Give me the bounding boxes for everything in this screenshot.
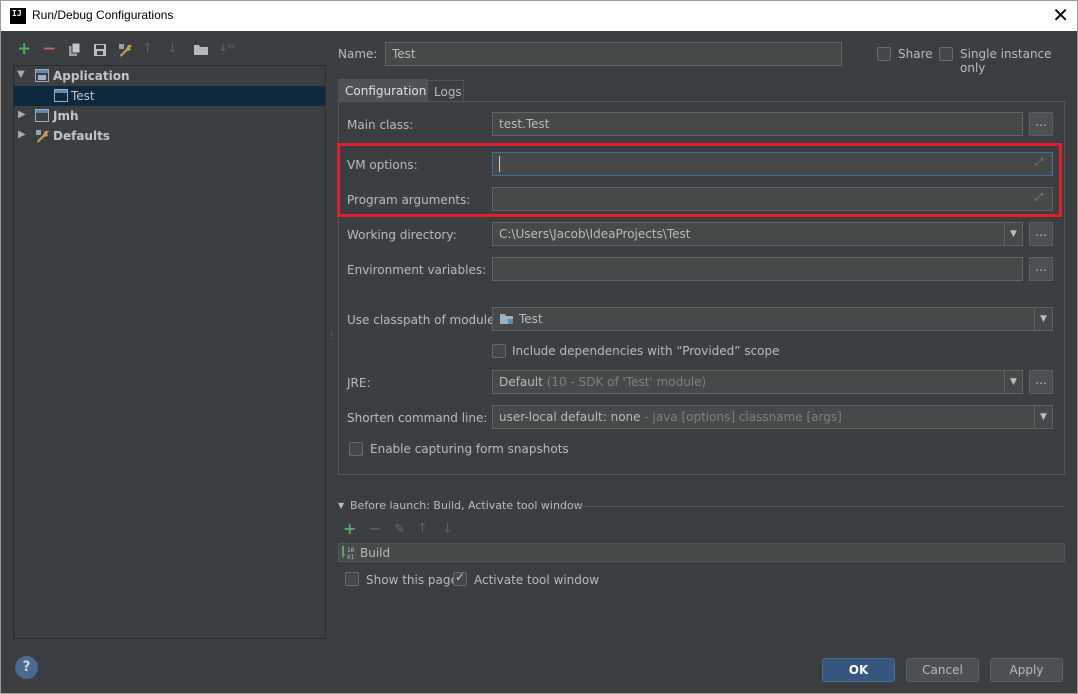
intellij-app-icon: IJ (10, 8, 26, 24)
separator (576, 506, 1064, 507)
classpath-combo[interactable]: Test (492, 307, 1053, 331)
help-icon[interactable]: ? (15, 656, 38, 679)
jre-browse-button[interactable]: ... (1029, 370, 1053, 394)
ok-button[interactable]: OK (822, 658, 895, 682)
before-launch-toggle-icon[interactable]: ▼ (338, 501, 344, 510)
working-directory-browse-button[interactable]: ... (1029, 222, 1053, 246)
remove-icon[interactable]: − (368, 521, 381, 537)
show-page-label[interactable]: Show this page (366, 573, 458, 587)
apply-button[interactable]: Apply (990, 658, 1063, 682)
application-config-icon (54, 89, 68, 106)
activate-tool-window-checkbox[interactable]: ✓ (453, 570, 467, 586)
shorten-combo[interactable]: user-local default: none - java [options… (492, 405, 1053, 429)
wrench-icon[interactable] (118, 43, 134, 61)
single-instance-checkbox[interactable] (939, 47, 953, 61)
save-icon[interactable] (93, 43, 107, 61)
snapshots-label[interactable]: Enable capturing form snapshots (370, 442, 569, 456)
defaults-wrench-icon (35, 129, 51, 147)
chevron-down-icon[interactable]: ▼ (1004, 223, 1022, 245)
snapshots-checkbox[interactable] (349, 442, 363, 456)
tree-item-defaults[interactable]: ▶ Defaults (14, 126, 325, 146)
jre-detail: (10 - SDK of 'Test' module) (546, 375, 707, 389)
arrow-up-icon[interactable]: 🡑 (419, 522, 426, 536)
checkmark-icon: ✓ (455, 570, 466, 584)
title-bar: IJ Run/Debug Configurations ✕ (0, 0, 1078, 31)
application-icon (35, 69, 49, 86)
collapsed-arrow-icon[interactable]: ▶ (18, 129, 26, 140)
remove-icon[interactable]: − (42, 41, 56, 58)
env-vars-field[interactable] (492, 257, 1023, 281)
jmh-icon (35, 109, 49, 126)
svg-text:01: 01 (347, 554, 355, 560)
shorten-label: Shorten command line: (347, 411, 488, 425)
name-field[interactable]: Test (385, 42, 842, 66)
main-class-browse-button[interactable]: ... (1029, 112, 1053, 136)
add-icon[interactable]: + (17, 41, 31, 58)
name-label: Name: (338, 47, 378, 61)
chevron-down-icon[interactable]: ▼ (1034, 406, 1052, 428)
activate-tool-window-label[interactable]: Activate tool window (474, 573, 599, 587)
jre-label: JRE: (347, 376, 371, 390)
env-vars-browse-button[interactable]: ... (1029, 257, 1053, 281)
arrow-down-icon[interactable]: 🡓 (444, 522, 451, 536)
window-title: Run/Debug Configurations (32, 8, 174, 22)
cancel-button[interactable]: Cancel (906, 658, 979, 682)
configuration-tree: ▼ Application Test ▶ Jmh ▶ Defaults (13, 65, 326, 639)
share-checkbox[interactable] (877, 47, 891, 61)
splitter-handle[interactable]: ⋮ (327, 332, 336, 346)
chevron-down-icon[interactable]: ▼ (1034, 308, 1052, 330)
tree-item-label: Defaults (53, 129, 110, 143)
chevron-down-icon[interactable]: ▼ (1004, 371, 1022, 393)
shorten-value: user-local default: none (499, 410, 641, 424)
working-directory-label: Working directory: (347, 228, 457, 242)
tree-item-jmh[interactable]: ▶ Jmh (14, 106, 325, 126)
tree-item-label: Application (53, 69, 130, 83)
include-deps-checkbox[interactable] (492, 344, 506, 358)
single-instance-label[interactable]: Single instance only (960, 47, 1078, 75)
arrow-up-icon[interactable]: 🡑 (144, 42, 151, 56)
classpath-value: Test (519, 312, 543, 326)
tab-configuration[interactable]: Configuration (338, 79, 427, 102)
share-label[interactable]: Share (898, 47, 933, 61)
jre-value: Default (499, 375, 543, 389)
show-page-checkbox[interactable] (345, 572, 359, 586)
add-icon[interactable]: + (343, 521, 356, 537)
before-launch-toolbar: + − ✎ 🡑 🡓 (342, 521, 462, 538)
tree-item-application[interactable]: ▼ Application (14, 66, 325, 86)
classpath-label: Use classpath of module: (347, 313, 499, 327)
edit-icon[interactable]: ✎ (394, 523, 405, 537)
working-directory-combo[interactable]: C:\Users\Jacob\IdeaProjects\Test (492, 222, 1023, 246)
tree-item-label: Jmh (53, 109, 79, 123)
tree-item-test[interactable]: Test (14, 86, 325, 106)
close-icon[interactable]: ✕ (1052, 4, 1069, 26)
config-toolbar: + − 🡑 🡓 ↓ᵃᶻ (14, 41, 244, 61)
module-folder-icon (499, 312, 514, 329)
sort-icon[interactable]: ↓ᵃᶻ (219, 42, 235, 56)
highlight-box (337, 143, 1062, 217)
build-label: Build (360, 546, 391, 560)
svg-text:10: 10 (347, 547, 355, 554)
env-vars-label: Environment variables: (347, 263, 487, 277)
tree-item-label: Test (71, 89, 95, 103)
collapsed-arrow-icon[interactable]: ▶ (18, 109, 26, 120)
shorten-detail: - java [options] classname [args] (644, 410, 842, 424)
before-launch-title[interactable]: Before launch: Build, Activate tool wind… (350, 499, 583, 512)
tab-logs[interactable]: Logs (427, 80, 464, 103)
expanded-arrow-icon[interactable]: ▼ (17, 69, 25, 80)
build-icon: 10 01 (341, 546, 356, 564)
copy-icon[interactable] (68, 42, 82, 61)
include-deps-label[interactable]: Include dependencies with “Provided” sco… (512, 344, 780, 358)
folder-icon[interactable] (193, 43, 209, 60)
build-task-row[interactable]: 10 01 Build (338, 543, 1065, 562)
arrow-down-icon[interactable]: 🡓 (169, 42, 176, 56)
main-class-label: Main class: (347, 118, 414, 132)
main-class-field[interactable]: test.Test (492, 112, 1023, 136)
jre-combo[interactable]: Default (10 - SDK of 'Test' module) (492, 370, 1023, 394)
